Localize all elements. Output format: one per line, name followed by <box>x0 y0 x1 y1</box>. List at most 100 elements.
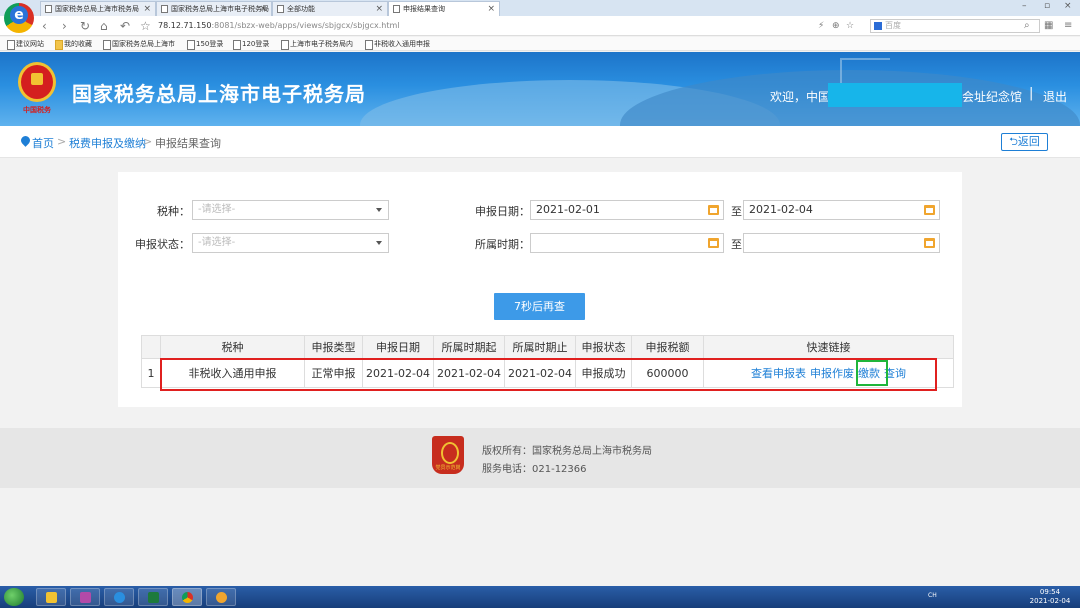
welcome-text: 欢迎，中国 <box>770 90 831 104</box>
browser-tab[interactable]: 国家税务总局上海市电子税务局 × <box>156 1 272 16</box>
maximize-icon[interactable]: ▫ <box>1044 1 1050 11</box>
back-arrow-icon[interactable]: ‹ <box>42 19 47 33</box>
period-range-to-label: 至 <box>731 238 742 251</box>
page-icon <box>277 5 284 13</box>
site-footer: 党员示范岗 版权所有：国家税务总局上海市税务局 服务电话：021-12366 <box>0 428 1080 488</box>
tax-type-select[interactable]: -请选择- <box>192 200 389 220</box>
browser-tab[interactable]: 全部功能 × <box>272 1 388 16</box>
return-icon: ⮌ <box>1009 135 1018 148</box>
bookmark-item[interactable]: 我的收藏 <box>54 37 92 51</box>
browser-tab-title: 国家税务总局上海市税务局 <box>55 5 139 13</box>
close-icon[interactable]: × <box>143 2 151 16</box>
column-header: 快速链接 <box>703 335 954 359</box>
taskbar-ie[interactable] <box>104 588 134 606</box>
site-header: 中国税务 国家税务总局上海市电子税务局 欢迎，中国 会址纪念馆 | 退出 <box>0 52 1080 126</box>
status-placeholder: -请选择- <box>198 237 236 248</box>
tax-type-placeholder: -请选择- <box>198 204 236 215</box>
declare-date-to-input[interactable]: 2021-02-04 <box>743 200 940 220</box>
bookmarks-bar: 建议网站 我的收藏 国家税务总局上海市 150登录 120登录 上海市电子税务局… <box>0 37 1080 51</box>
ie-icon <box>114 592 125 603</box>
taskbar-app[interactable] <box>70 588 100 606</box>
input-method-indicator[interactable]: CH <box>928 592 937 599</box>
declare-date-label: 申报日期： <box>475 205 530 218</box>
breadcrumb-separator: > <box>143 135 153 148</box>
url-host: 78.12.71.150 <box>158 21 212 30</box>
breadcrumb-current: 申报结果查询 <box>155 137 221 150</box>
table-header-row: 税种 申报类型 申报日期 所属时期起 所属时期止 申报状态 申报税额 快速链接 <box>141 335 954 359</box>
breadcrumb-home[interactable]: 首页 <box>32 135 54 151</box>
excel-icon <box>148 592 159 603</box>
extensions-icon[interactable]: ▦ <box>1044 19 1053 33</box>
undo-icon[interactable]: ↶ <box>120 19 130 33</box>
bookmark-item[interactable]: 150登录 <box>186 37 223 51</box>
close-icon[interactable]: × <box>375 2 383 16</box>
system-clock[interactable]: 09:54 2021-02-04 <box>1024 588 1076 606</box>
page-icon <box>161 5 168 13</box>
row-highlight-box <box>160 358 937 391</box>
bookmark-item[interactable]: 国家税务总局上海市 <box>102 37 175 51</box>
period-from-input[interactable] <box>530 233 724 253</box>
close-icon[interactable]: × <box>259 2 267 16</box>
memorial-link[interactable]: 会址纪念馆 <box>962 88 1022 105</box>
star-icon[interactable]: ☆ <box>140 19 151 33</box>
home-icon[interactable]: ⌂ <box>100 19 108 33</box>
calendar-icon[interactable] <box>924 205 935 215</box>
browser-tab[interactable]: 国家税务总局上海市税务局 × <box>40 1 156 16</box>
bookmark-item[interactable]: 上海市电子税务局内 <box>280 37 353 51</box>
logout-link[interactable]: 退出 <box>1043 88 1067 105</box>
site-title: 国家税务总局上海市电子税务局 <box>72 82 366 106</box>
copyright-text: 版权所有：国家税务总局上海市税务局 <box>482 446 652 457</box>
tax-type-label: 税种： <box>157 205 190 218</box>
period-label: 所属时期： <box>475 238 530 251</box>
status-select[interactable]: -请选择- <box>192 233 389 253</box>
taskbar-chrome[interactable] <box>172 588 202 606</box>
url-input[interactable]: 78.12.71.150:8081/sbzx-web/apps/views/sb… <box>158 19 858 33</box>
declare-date-from-value: 2021-02-01 <box>536 203 600 216</box>
taskbar-app[interactable] <box>206 588 236 606</box>
chevron-down-icon <box>376 208 382 212</box>
breadcrumb-tax-declaration[interactable]: 税费申报及缴纳 <box>69 135 146 151</box>
calendar-icon[interactable] <box>708 205 719 215</box>
browser-tab-title: 国家税务总局上海市电子税务局 <box>171 5 269 13</box>
minimize-icon[interactable]: – <box>1022 1 1027 11</box>
badge-caption: 党员示范岗 <box>435 465 461 471</box>
search-icon[interactable]: ⌕ <box>1024 19 1030 33</box>
refresh-icon[interactable]: ↻ <box>80 19 90 33</box>
period-to-input[interactable] <box>743 233 940 253</box>
column-header: 申报税额 <box>631 335 704 359</box>
query-button[interactable]: 7秒后再查 <box>494 293 585 320</box>
tax-emblem-logo: 中国税务 <box>14 60 60 116</box>
browser-tab-bar: 国家税务总局上海市税务局 × 国家税务总局上海市电子税务局 × 全部功能 × 申… <box>0 0 1080 16</box>
page-icon <box>45 5 52 13</box>
forward-arrow-icon[interactable]: › <box>62 19 67 33</box>
os-taskbar: CH 09:54 2021-02-04 <box>0 586 1080 608</box>
redacted-username <box>828 83 962 107</box>
browser-logo-icon[interactable] <box>4 3 34 33</box>
app-icon <box>80 592 91 603</box>
lightning-icon[interactable]: ⚡ <box>818 19 824 33</box>
taskbar-excel[interactable] <box>138 588 168 606</box>
calendar-icon[interactable] <box>924 238 935 248</box>
zoom-icon[interactable]: ⊕ <box>832 19 840 33</box>
window-close-icon[interactable]: × <box>1064 1 1072 11</box>
back-button-label: 返回 <box>1017 135 1040 148</box>
start-button-icon[interactable] <box>4 588 24 606</box>
favorite-icon[interactable]: ☆ <box>846 19 854 33</box>
calendar-icon[interactable] <box>708 238 719 248</box>
address-bar: ‹ › ↻ ⌂ ↶ ☆ 78.12.71.150:8081/sbzx-web/a… <box>0 16 1080 36</box>
browser-tab-active[interactable]: 申报结果查询 × <box>388 1 500 16</box>
clock-date: 2021-02-04 <box>1029 597 1071 605</box>
back-button[interactable]: ⮌返回 <box>1001 133 1048 151</box>
close-icon[interactable]: × <box>487 2 495 16</box>
bookmark-item[interactable]: 非税收入通用申报 <box>364 37 430 51</box>
search-input[interactable]: 百度 <box>870 19 1040 33</box>
bookmark-item[interactable]: 建议网站 <box>6 37 44 51</box>
declare-date-from-input[interactable]: 2021-02-01 <box>530 200 724 220</box>
chrome-icon <box>182 592 193 603</box>
row-index: 1 <box>141 358 161 388</box>
taskbar-explorer[interactable] <box>36 588 66 606</box>
bookmark-item[interactable]: 120登录 <box>232 37 269 51</box>
menu-icon[interactable]: ≡ <box>1064 19 1072 33</box>
service-phone-text: 服务电话：021-12366 <box>482 464 587 475</box>
emblem-icon <box>18 62 56 102</box>
